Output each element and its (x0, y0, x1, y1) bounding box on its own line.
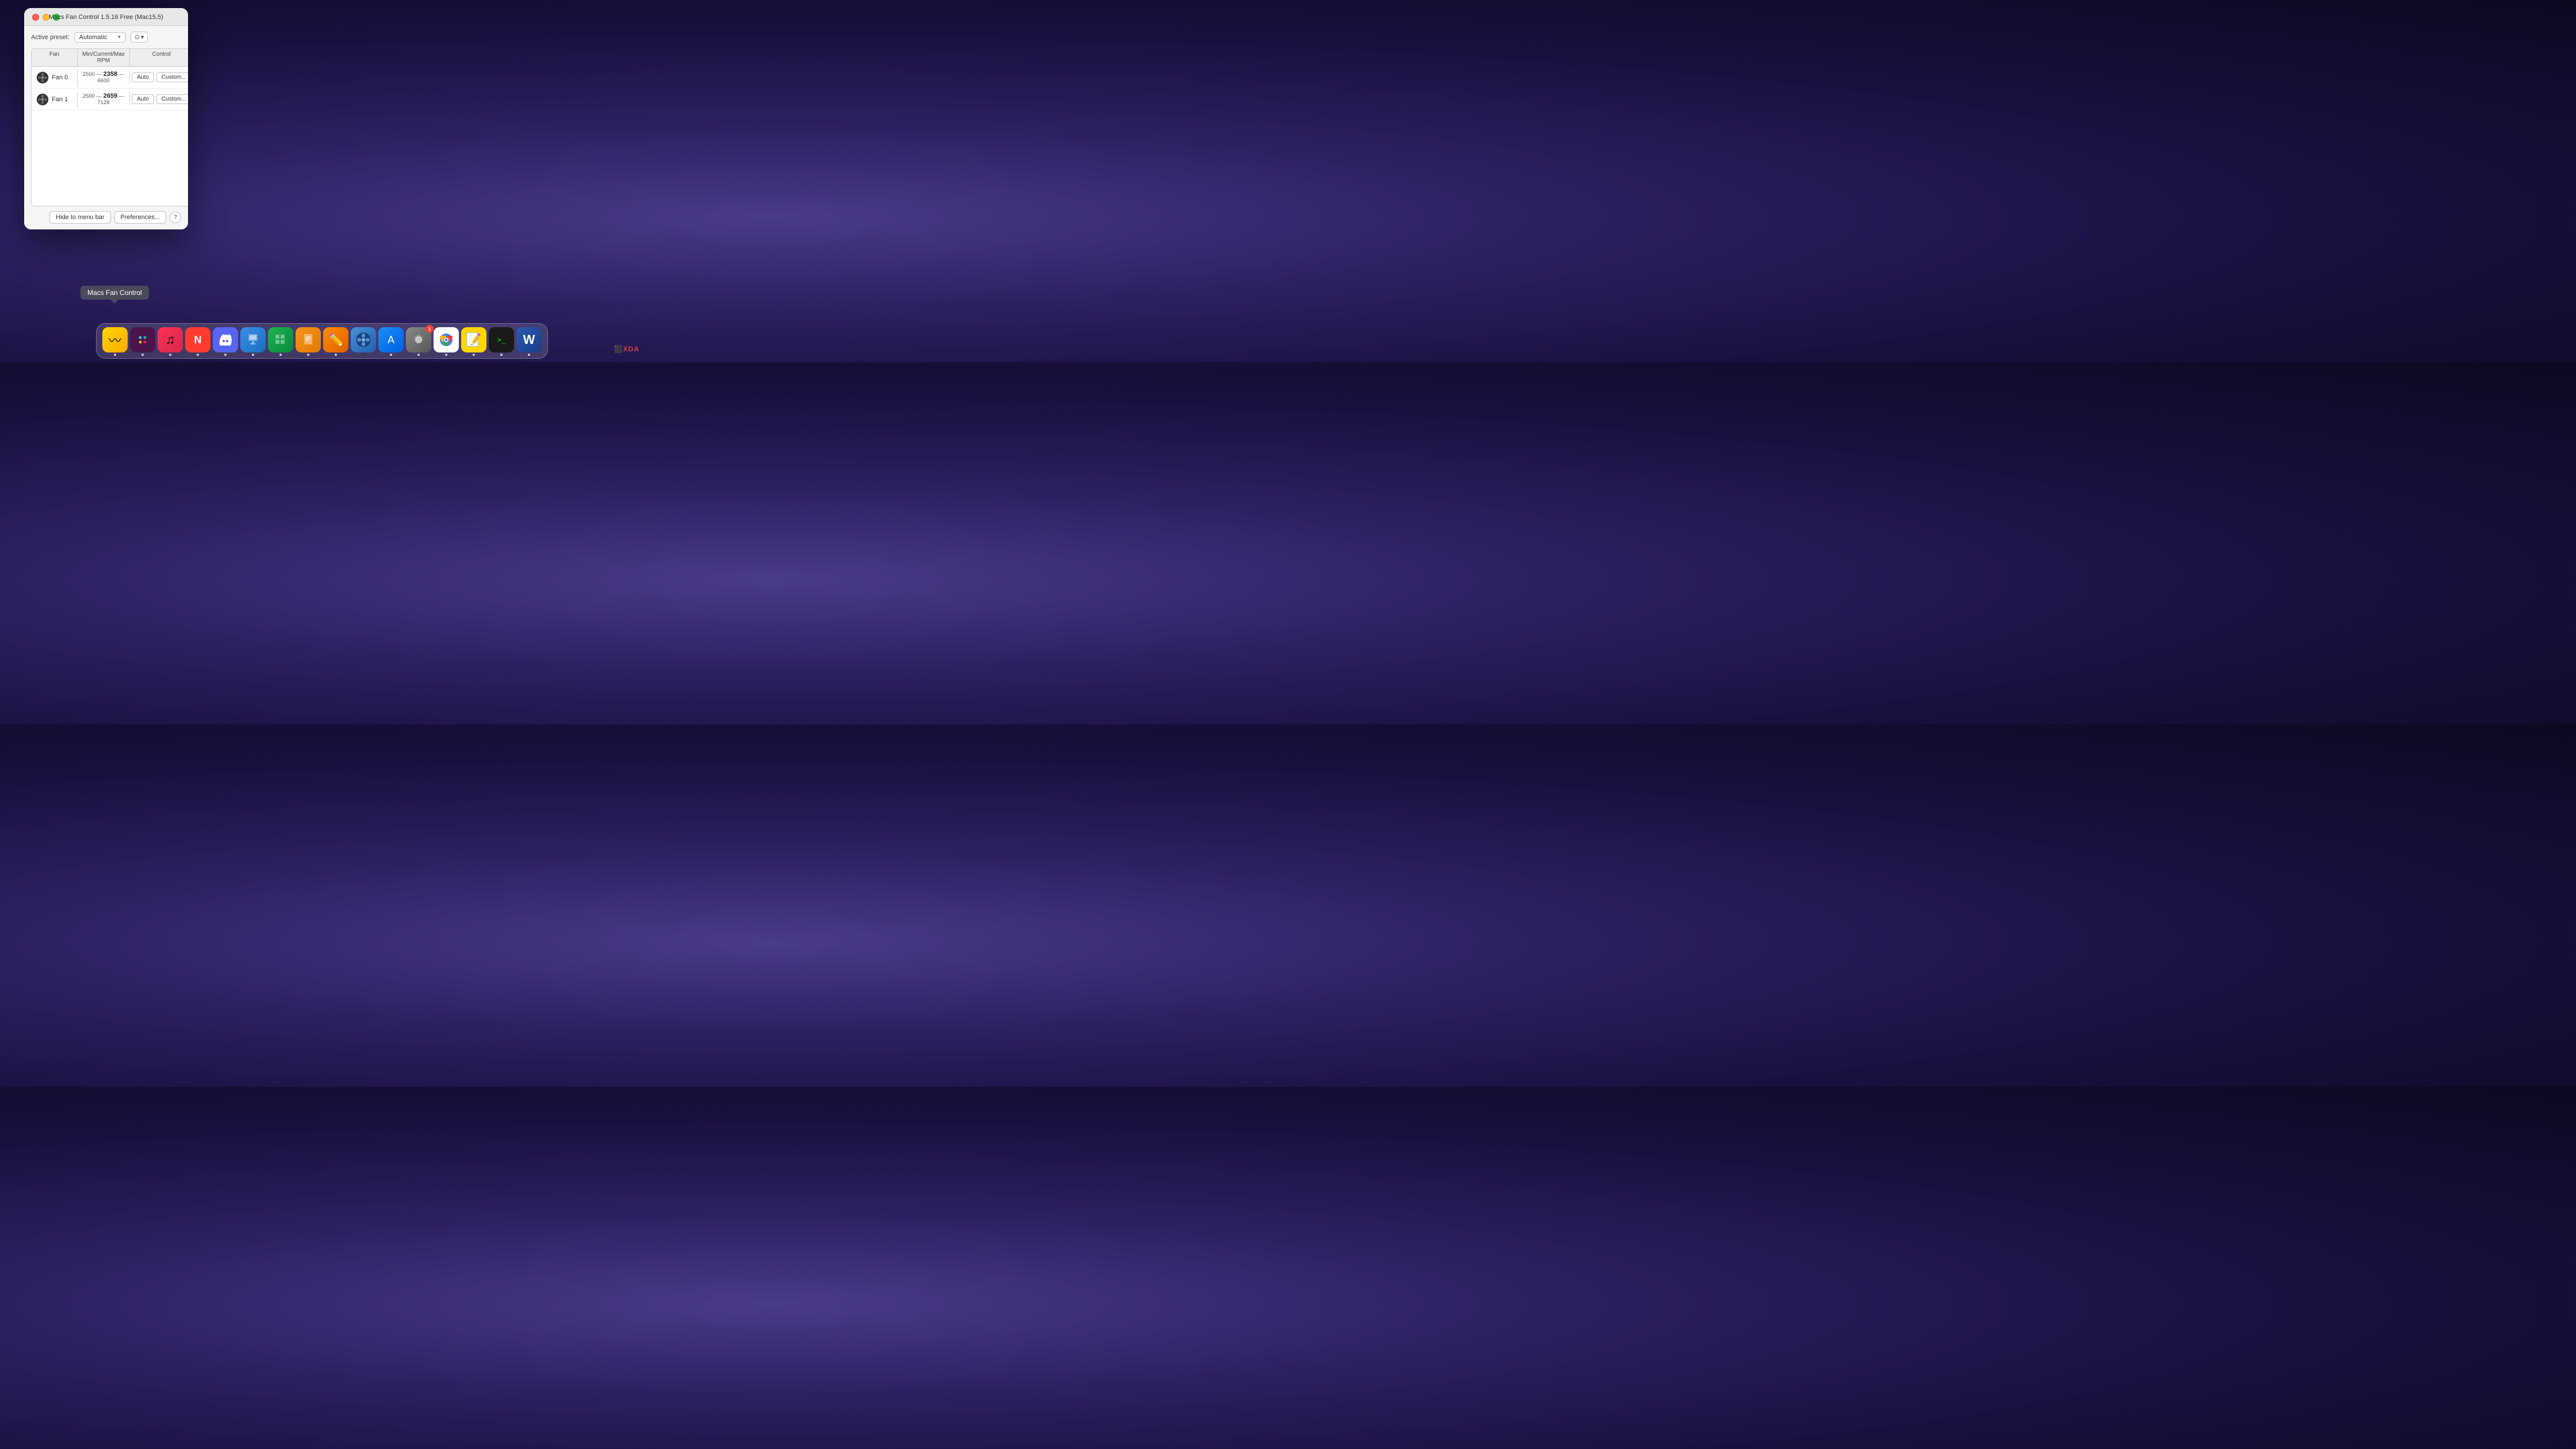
dock-dot (307, 354, 309, 356)
window-title: Macs Fan Control 1.5.16 Free (Mac15,5) (49, 14, 163, 21)
dock-item-numbers[interactable] (268, 327, 293, 356)
close-button[interactable] (32, 14, 39, 21)
freeform-icon: 〰 (102, 327, 128, 352)
fan-0-auto-button[interactable]: Auto (132, 72, 154, 82)
fan-1-custom-button[interactable]: Custom... (156, 94, 188, 104)
window-body: Active preset: Automatic ▾ ⊙ ▾ Fan (24, 26, 188, 229)
fan-header-fan: Fan (32, 49, 78, 66)
fan-1-info: Fan 1 (32, 91, 78, 108)
system-preferences-badge: 1 (425, 325, 434, 333)
dock-item-terminal[interactable]: >_ (489, 327, 514, 356)
slack-icon (130, 327, 155, 352)
dock-dot (197, 354, 199, 356)
fan-0-custom-button[interactable]: Custom... (156, 72, 188, 82)
dock-dot (335, 354, 337, 356)
action-icon: ⊙ (135, 33, 140, 41)
chevron-down-icon: ▾ (118, 34, 121, 40)
pages-icon (296, 327, 321, 352)
dock-dot (390, 354, 392, 356)
dock-dot (114, 354, 116, 356)
action-chevron-icon: ▾ (141, 33, 144, 41)
dock: 〰 ♫ N (96, 323, 548, 359)
word-icon: W (516, 327, 542, 352)
references-icon: ✏️ (323, 327, 348, 352)
stickies-icon: 📝 (461, 327, 486, 352)
dock-item-app-store[interactable]: A (378, 327, 404, 356)
keynote-icon (240, 327, 266, 352)
fan-0-controls: Auto Custom... (130, 70, 188, 85)
dock-item-macs-fan-control[interactable] (351, 327, 376, 356)
dock-item-news[interactable]: N (185, 327, 210, 356)
dock-item-pages[interactable] (296, 327, 321, 356)
terminal-icon: >_ (489, 327, 514, 352)
preset-value: Automatic (79, 34, 116, 41)
table-row: Fan 0 2500 — 2358 — 6600 Auto Custom... (32, 67, 188, 89)
chrome-icon (434, 327, 459, 352)
dock-dot (445, 354, 447, 356)
dock-item-system-preferences[interactable]: 1 (406, 327, 431, 356)
dock-dot (224, 354, 227, 356)
fan-1-name: Fan 1 (52, 96, 68, 103)
preset-select[interactable]: Automatic ▾ (74, 32, 126, 43)
dock-item-freeform[interactable]: 〰 (102, 327, 128, 356)
dock-dot (362, 354, 365, 356)
xda-watermark: ⬛XDA (614, 344, 639, 353)
dock-dot (169, 354, 171, 356)
fan-1-icon (36, 93, 49, 106)
svg-text:A: A (388, 334, 394, 346)
dock-dot (279, 354, 282, 356)
dock-dot (252, 354, 254, 356)
dock-item-stickies[interactable]: 📝 (461, 327, 486, 356)
table-row: Fan 1 2500 — 2659 — 7128 Auto Custom... (32, 89, 188, 110)
dock-item-references[interactable]: ✏️ (323, 327, 348, 356)
dock-dot (141, 354, 144, 356)
dock-tooltip: Macs Fan Control (80, 286, 149, 300)
help-button[interactable]: ? (170, 212, 181, 223)
discord-icon (213, 327, 238, 352)
bottom-bar: Hide to menu bar Preferences... ? (31, 211, 181, 224)
fans-table: Fan Min/Current/Max RPM Control (31, 48, 188, 206)
dock-item-music[interactable]: ♫ (158, 327, 183, 356)
dock-item-discord[interactable] (213, 327, 238, 356)
dock-item-keynote[interactable] (240, 327, 266, 356)
dock-dot (417, 354, 420, 356)
preset-action-button[interactable]: ⊙ ▾ (131, 32, 148, 43)
dock-item-chrome[interactable] (434, 327, 459, 356)
titlebar: Macs Fan Control 1.5.16 Free (Mac15,5) (24, 8, 188, 26)
dock-item-slack[interactable] (130, 327, 155, 356)
fans-table-header: Fan Min/Current/Max RPM Control (32, 49, 188, 67)
dock-dot (500, 354, 503, 356)
system-preferences-icon: 1 (406, 327, 431, 352)
preset-row: Active preset: Automatic ▾ ⊙ ▾ (31, 32, 181, 43)
news-icon: N (185, 327, 210, 352)
fan-0-icon (36, 71, 49, 84)
dock-dot (528, 354, 530, 356)
fans-empty-area (32, 110, 188, 145)
dock-dot (473, 354, 475, 356)
fan-0-name: Fan 0 (52, 74, 68, 81)
fan-1-auto-button[interactable]: Auto (132, 94, 154, 104)
tooltip-text: Macs Fan Control (87, 289, 142, 297)
main-window: Macs Fan Control 1.5.16 Free (Mac15,5) A… (24, 8, 188, 229)
preferences-button[interactable]: Preferences... (114, 211, 166, 224)
fan-header-control: Control (130, 49, 188, 66)
app-store-icon: A (378, 327, 404, 352)
fan-0-info: Fan 0 (32, 69, 78, 86)
fan-0-rpm: 2500 — 2358 — 6600 (78, 71, 130, 84)
dock-item-word[interactable]: W (516, 327, 542, 356)
preset-label: Active preset: (31, 34, 70, 41)
fan-header-rpm: Min/Current/Max RPM (78, 49, 130, 66)
music-icon: ♫ (158, 327, 183, 352)
numbers-icon (268, 327, 293, 352)
macs-fan-control-icon (351, 327, 376, 352)
fan-1-rpm: 2500 — 2659 — 7128 (78, 93, 130, 106)
fan-1-controls: Auto Custom... (130, 92, 188, 106)
hide-to-menu-bar-button[interactable]: Hide to menu bar (49, 211, 110, 224)
main-content: Fan Min/Current/Max RPM Control (31, 48, 181, 206)
